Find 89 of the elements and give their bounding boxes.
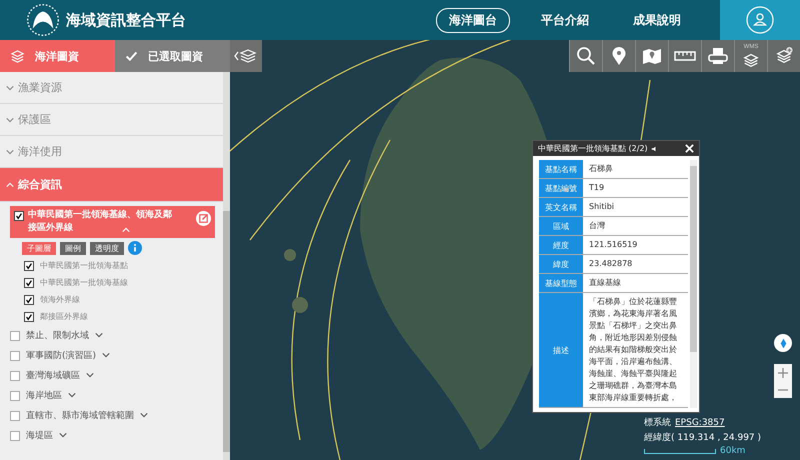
checkbox[interactable] xyxy=(10,351,20,361)
category-header[interactable]: 綜合資訊 xyxy=(0,168,223,202)
nav-link[interactable]: 海洋圖台 xyxy=(436,8,510,32)
checkbox[interactable] xyxy=(10,431,20,441)
checkbox[interactable] xyxy=(10,411,20,421)
sidebar-tab[interactable]: 海洋圖資 xyxy=(0,40,115,72)
crs-label: 標系統 xyxy=(644,416,671,429)
edit-icon[interactable] xyxy=(196,211,211,226)
field-label: 描述 xyxy=(539,293,583,407)
chevron-up-icon xyxy=(6,180,14,188)
checkbox[interactable] xyxy=(24,260,34,270)
checkbox[interactable] xyxy=(14,211,24,221)
chevron-down-icon xyxy=(68,391,76,399)
check-icon xyxy=(125,50,138,62)
field-value: 石梯鼻 xyxy=(588,163,614,175)
map-icon xyxy=(642,46,662,66)
close-icon xyxy=(685,144,694,153)
chevron-down-icon xyxy=(95,331,103,339)
field-value: 直線基線 xyxy=(588,277,622,289)
layer-option-button[interactable]: 子圖層 xyxy=(22,242,56,254)
checkbox[interactable] xyxy=(24,278,34,288)
field-value: 台灣 xyxy=(588,220,606,232)
popup-title: 中華民國第一批領海基點 (2/2) xyxy=(538,143,648,154)
info-icon[interactable] xyxy=(128,241,142,255)
layer-label: 中華民國第一批領海基線、領海及鄰接區外界線 xyxy=(28,209,173,235)
scale-bar xyxy=(644,448,716,454)
chevron-down-icon xyxy=(59,431,67,439)
field-label: 基線型態 xyxy=(539,274,583,292)
field-value: 23.482878 xyxy=(588,258,634,270)
scale-label: 60km xyxy=(720,446,746,456)
sidebar-tab[interactable]: 已選取圖資 xyxy=(115,40,230,72)
scrollbar[interactable] xyxy=(690,160,697,408)
nav-link[interactable]: 成果說明 xyxy=(620,8,694,32)
layer-label[interactable]: 禁止、限制水域 xyxy=(26,328,89,342)
compass-button[interactable] xyxy=(774,334,792,352)
chevron-down-icon xyxy=(6,116,14,124)
layer-label[interactable]: 軍事國防(演習區) xyxy=(26,348,96,362)
compass-icon xyxy=(780,338,786,348)
islet-shape xyxy=(284,249,296,261)
plus-icon xyxy=(778,368,788,378)
checkbox[interactable] xyxy=(24,312,34,322)
sublayer-label: 中華民國第一批領海基點 xyxy=(40,260,128,271)
field-label: 緯度 xyxy=(539,255,583,273)
speaker-icon xyxy=(650,146,657,152)
printer-icon xyxy=(708,46,728,66)
layers-icon xyxy=(233,48,259,64)
satellite-map[interactable] xyxy=(230,40,800,460)
checkbox[interactable] xyxy=(24,294,34,304)
search-icon xyxy=(576,46,596,66)
checkbox[interactable] xyxy=(10,371,20,381)
scrollbar[interactable] xyxy=(223,72,230,460)
coordinates-text: 經緯度( 119.314 , 24.997 ) xyxy=(644,432,762,444)
field-value: 121.516519 xyxy=(588,239,638,251)
chevron-down-icon xyxy=(86,371,94,379)
chevron-down-icon xyxy=(102,351,110,359)
field-label: 基點名稱 xyxy=(539,160,583,178)
layer-option-button[interactable]: 透明度 xyxy=(90,242,124,254)
islet-shape xyxy=(292,297,308,313)
sublayer-label: 鄰接區外界線 xyxy=(40,311,88,322)
layer-option-button[interactable]: 圖例 xyxy=(60,242,86,254)
chevron-down-icon xyxy=(6,84,14,92)
layer-label[interactable]: 直轄市、縣市海域管轄範圍 xyxy=(26,408,134,422)
chevron-down-icon xyxy=(6,148,14,156)
logo-icon xyxy=(26,3,60,37)
layer-label[interactable]: 海岸地區 xyxy=(26,388,62,402)
layer-item[interactable]: 中華民國第一批領海基線、領海及鄰接區外界線 xyxy=(10,206,215,238)
user-button[interactable] xyxy=(720,0,800,40)
add-layer-icon xyxy=(775,47,793,65)
sublayer-label: 中華民國第一批領海基線 xyxy=(40,277,128,288)
checkbox[interactable] xyxy=(10,391,20,401)
layer-label[interactable]: 臺灣海域礦區 xyxy=(26,368,80,382)
nav-link[interactable]: 平台介紹 xyxy=(528,8,602,32)
close-button[interactable] xyxy=(685,144,694,153)
layers-icon xyxy=(10,48,25,64)
field-label: 基點編號 xyxy=(539,179,583,197)
field-label: 英文名稱 xyxy=(539,198,583,216)
collapse-panel-button[interactable] xyxy=(230,40,262,72)
user-icon xyxy=(745,5,775,35)
checkbox[interactable] xyxy=(10,331,20,341)
sublayer-label: 領海外界線 xyxy=(40,294,80,305)
field-value: 「石梯鼻」位於花蓮縣豐濱鄉，為花東海岸著名風景點「石梯坪」之突出鼻角，附近地形因差別侵蝕的結果有如階梯般突出於海平面，沿岸遍布蝕溝、海蝕崖、海蝕平臺與隆起之珊瑚礁群，為臺灣本島東部海岸線重要轉折處， xyxy=(588,296,678,404)
layer-label[interactable]: 海堤區 xyxy=(26,428,53,442)
crs-link[interactable]: EPSG:3857 xyxy=(675,418,725,428)
field-value: T19 xyxy=(588,182,606,194)
field-label: 經度 xyxy=(539,236,583,254)
field-label: 區域 xyxy=(539,217,583,235)
chevron-down-icon xyxy=(140,411,148,419)
field-value: Shitibi xyxy=(588,201,616,213)
app-title: 海域資訊整合平台 xyxy=(66,10,186,30)
